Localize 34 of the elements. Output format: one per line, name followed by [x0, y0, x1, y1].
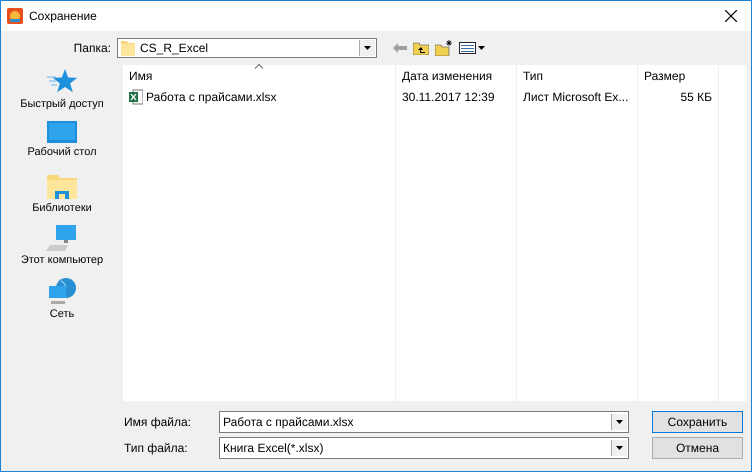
table-cell[interactable]: Работа с прайсами.xlsx [123, 87, 395, 107]
cancel-button[interactable]: Отмена [652, 437, 743, 459]
network-icon [47, 277, 77, 305]
sidebar-item[interactable]: Рабочий стол [27, 121, 97, 173]
spreadsheet-icon [129, 89, 143, 105]
close-icon [725, 10, 737, 22]
sidebar-item[interactable]: Этот компьютер [20, 225, 104, 277]
sort-caret-icon [254, 63, 264, 69]
view-menu-icon[interactable] [459, 42, 485, 54]
table-cell-text: Лист Microsoft Ex... [522, 89, 630, 106]
file-type-dropdown[interactable]: Книга Excel(*.xlsx) [219, 437, 629, 459]
folder-icon [121, 40, 135, 56]
sidebar-item[interactable]: Сеть [47, 277, 77, 329]
folder-dropdown[interactable]: CS_R_Excel [117, 38, 377, 58]
table-cell-text: 55 КБ [679, 89, 713, 106]
new-folder-icon[interactable] [435, 40, 453, 56]
computer-icon [46, 225, 78, 251]
star-icon [46, 69, 77, 95]
sidebar-item[interactable]: Библиотеки [32, 173, 92, 225]
table-cell-text: 30.11.2017 12:39 [401, 89, 496, 106]
monitor-icon [47, 121, 77, 143]
app-logo-icon [7, 8, 23, 24]
folder-label: Папка: [72, 41, 112, 55]
dropdown-caret-icon [364, 46, 371, 50]
file-name-label: Имя файла: [124, 415, 192, 429]
dropdown-caret-icon [616, 420, 623, 424]
file-type-label: Тип файла: [124, 441, 189, 455]
dropdown-caret-icon [616, 446, 623, 450]
window-title: Сохранение [29, 9, 98, 23]
save-button[interactable]: Сохранить [652, 411, 743, 433]
folder-icon [46, 173, 77, 199]
folder-up-icon[interactable] [413, 41, 429, 55]
file-name-field[interactable]: Работа с прайсами.xlsx [219, 411, 629, 433]
sidebar-item[interactable]: Быстрый доступ [20, 69, 104, 121]
